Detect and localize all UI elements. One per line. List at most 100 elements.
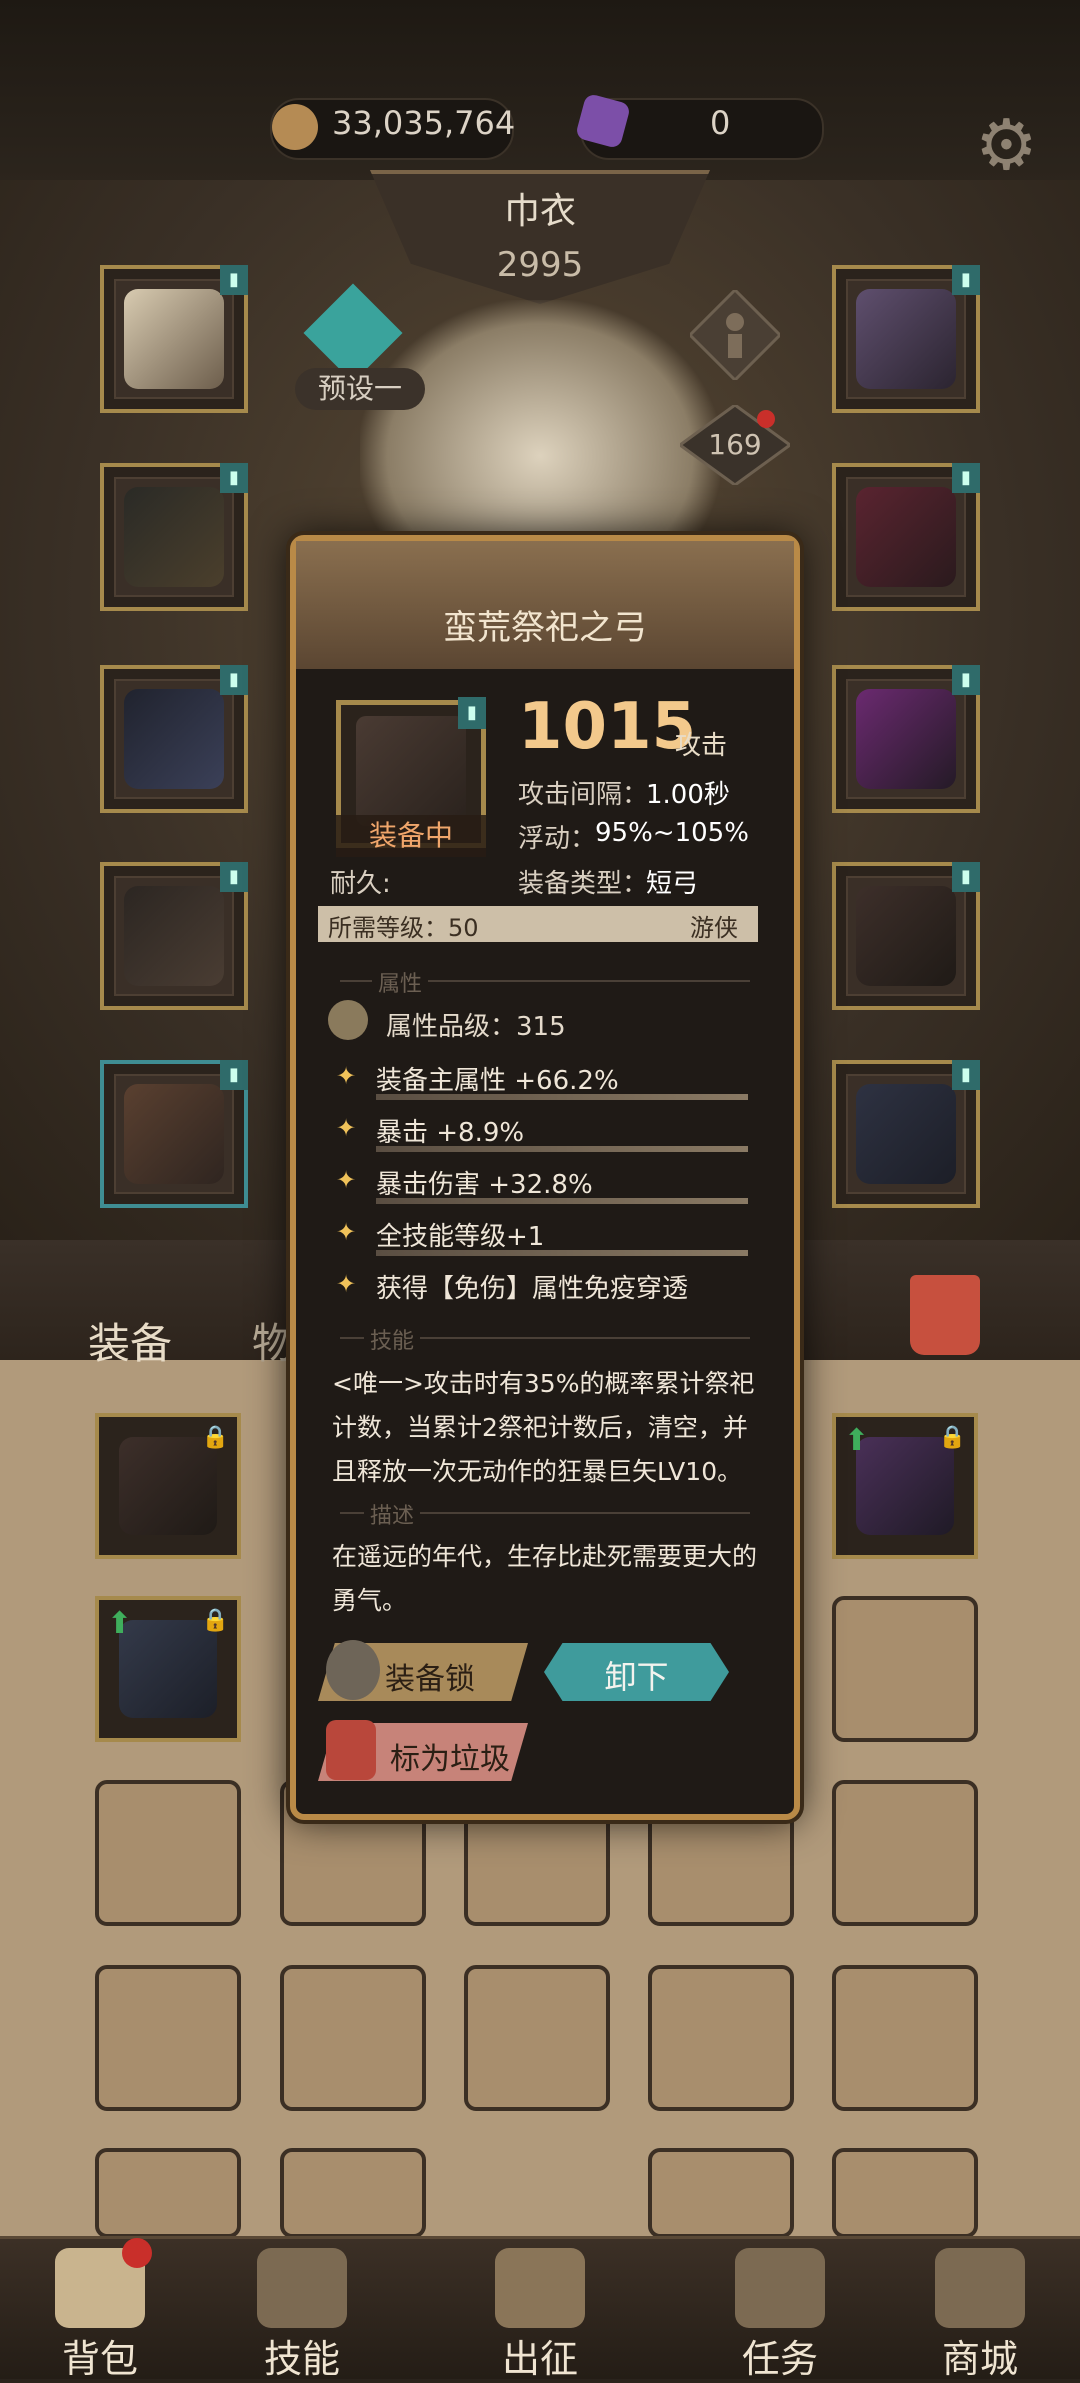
attack-value: 1015	[518, 690, 697, 764]
equip-type-value: 短弓	[646, 869, 699, 899]
sword-flag-icon	[495, 2248, 585, 2328]
inventory-slot[interactable]	[832, 2148, 978, 2238]
mark-junk-label: 标为垃圾	[390, 1742, 510, 1777]
equip-lock-label: 装备锁	[385, 1662, 475, 1697]
section-attributes: 属性	[372, 966, 429, 998]
inventory-slot[interactable]	[280, 1965, 426, 2111]
equip-slot-cloak[interactable]: ▮	[100, 665, 248, 813]
nav-shop[interactable]: 商城	[880, 2236, 1080, 2381]
equip-slot-amulet[interactable]: ▮	[832, 265, 980, 413]
lock-icon: 🔒	[201, 1608, 229, 1633]
junk-lantern-icon	[326, 1720, 376, 1780]
scroll-icon	[735, 2248, 825, 2328]
upgrade-arrow-icon: ⬆	[844, 1423, 870, 1458]
float-label: 浮动：	[518, 824, 597, 854]
upgrade-badge-icon: ▮	[220, 1060, 248, 1090]
item-name: 蛮荒祭祀之弓	[443, 608, 647, 648]
equip-slot-armor[interactable]: ▮	[100, 463, 248, 611]
inventory-slot[interactable]	[464, 1965, 610, 2111]
inventory-slot[interactable]	[95, 2148, 241, 2238]
equip-slot-boots[interactable]: ▮	[100, 1060, 248, 1208]
star-icon: ✦	[336, 1218, 357, 1246]
attribute-row: ✦ 暴击伤害 +32.8%	[336, 1162, 756, 1204]
upgrade-badge-icon: ▮	[952, 463, 980, 493]
item-badge-icon: ▮	[458, 697, 486, 729]
settings-gear-icon[interactable]: ⚙	[975, 110, 1038, 180]
equip-slot-ring1[interactable]: ▮	[832, 463, 980, 611]
upgrade-badge-icon: ▮	[220, 665, 248, 695]
inventory-slot[interactable]	[648, 2148, 794, 2238]
section-skill: 技能	[364, 1323, 421, 1355]
inventory-slot[interactable]	[280, 2148, 426, 2238]
quality-lotus-icon	[328, 1000, 368, 1040]
inventory-slot[interactable]	[832, 1596, 978, 1742]
level-requirement: 所需等级：50	[328, 914, 479, 942]
upgrade-badge-icon: ▮	[952, 1060, 980, 1090]
nav-bag-label: 背包	[61, 2337, 138, 2381]
notification-dot	[122, 2238, 152, 2268]
attribute-quality: 属性品级：315	[386, 1012, 566, 1042]
upgrade-badge-icon: ▮	[220, 463, 248, 493]
upgrade-badge-icon: ▮	[952, 862, 980, 892]
lock-icon: 🔒	[201, 1425, 229, 1450]
float-value: 95%~105%	[595, 818, 749, 848]
skill-book-icon	[257, 2248, 347, 2328]
star-icon: ✦	[336, 1062, 357, 1090]
equip-slot-ring2[interactable]: ▮	[832, 665, 980, 813]
level-value: 169	[708, 428, 762, 461]
gold-coin-icon	[272, 104, 318, 150]
unequip-label: 卸下	[604, 1658, 669, 1696]
equip-slot-legs[interactable]: ▮	[100, 862, 248, 1010]
star-icon: ✦	[336, 1114, 357, 1142]
star-icon: ✦	[336, 1166, 357, 1194]
upgrade-badge-icon: ▮	[952, 665, 980, 695]
attribute-row: ✦ 装备主属性 +66.2%	[336, 1058, 756, 1100]
inventory-slot[interactable]	[95, 1780, 241, 1926]
tab-equipment[interactable]: 装备	[88, 1310, 172, 1371]
equip-slot-offhand[interactable]: ▮	[832, 1060, 980, 1208]
star-icon: ✦	[336, 1270, 357, 1298]
durability-label: 耐久:	[330, 869, 391, 899]
crown-shop-icon	[935, 2248, 1025, 2328]
inventory-slot[interactable]	[95, 1965, 241, 2111]
upgrade-badge-icon: ▮	[220, 862, 248, 892]
gem-amount: 0	[710, 104, 731, 142]
attribute-row: ✦ 暴击 +8.9%	[336, 1110, 756, 1152]
nav-skills-label: 技能	[263, 2337, 340, 2381]
upgrade-arrow-icon: ⬆	[107, 1606, 133, 1641]
bow-icon	[356, 716, 466, 826]
inventory-slot[interactable]: ⬆ 🔒	[95, 1596, 241, 1742]
item-lore: 在遥远的年代，生存比赴死需要更大的勇气。	[332, 1542, 758, 1615]
lock-icon: 🔒	[938, 1425, 966, 1450]
trash-can-icon[interactable]	[910, 1275, 980, 1355]
upgrade-badge-icon: ▮	[952, 265, 980, 295]
attribute-text: 全技能等级+1	[376, 1222, 545, 1252]
hero-portrait	[360, 300, 720, 560]
attack-unit: 攻击	[675, 731, 728, 761]
nav-expedition-label: 出征	[501, 2337, 578, 2381]
gold-amount: 33,035,764	[332, 104, 516, 142]
attribute-text: 暴击伤害 +32.8%	[376, 1170, 593, 1200]
inventory-slot[interactable]	[832, 1965, 978, 2111]
inventory-slot[interactable]	[648, 1965, 794, 2111]
nav-skills[interactable]: 技能	[202, 2236, 402, 2381]
equip-slot-head[interactable]: ▮	[100, 265, 248, 413]
attack-interval-value: 1.00秒	[646, 780, 730, 810]
nav-bag[interactable]: 背包	[0, 2236, 200, 2381]
class-requirement: 游侠	[690, 914, 738, 942]
equip-slot-weapon[interactable]: ▮	[832, 862, 980, 1010]
attribute-row: ✦ 全技能等级+1	[336, 1214, 756, 1256]
upgrade-badge-icon: ▮	[220, 265, 248, 295]
person-diamond-icon[interactable]	[690, 290, 780, 380]
preset-label[interactable]: 预设一	[295, 368, 425, 410]
section-description: 描述	[364, 1498, 421, 1530]
padlock-icon	[326, 1640, 380, 1700]
nav-quests-label: 任务	[741, 2337, 818, 2381]
inventory-slot[interactable]: 🔒	[95, 1413, 241, 1559]
equip-type-label: 装备类型：	[518, 869, 649, 899]
nav-quests[interactable]: 任务	[680, 2236, 880, 2381]
inventory-slot[interactable]	[832, 1780, 978, 1926]
attack-interval-label: 攻击间隔：	[518, 780, 649, 810]
nav-expedition[interactable]: 出征	[440, 2236, 640, 2381]
inventory-slot[interactable]: ⬆ 🔒	[832, 1413, 978, 1559]
